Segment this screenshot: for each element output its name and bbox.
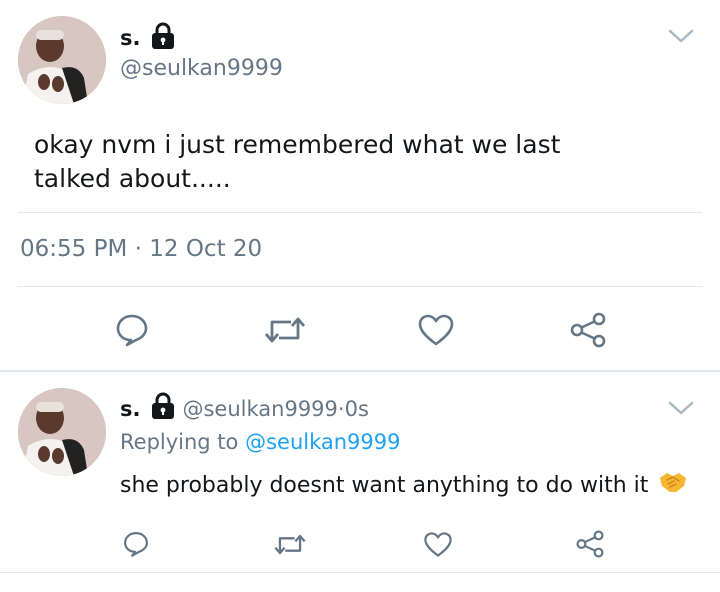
tweet-date: 12 Oct 20 (149, 236, 263, 262)
reply-text-row: she probably doesnt want anything to do … (120, 470, 688, 500)
divider (18, 212, 702, 213)
reply-icon (124, 532, 148, 557)
retweet-icon (274, 534, 306, 554)
tweet-time: 06:55 PM (20, 236, 128, 262)
retweet-button[interactable] (270, 528, 310, 560)
lock-icon (150, 392, 176, 425)
display-name[interactable]: s. (120, 397, 140, 421)
reply-author-row: s. @seulkan9999 · 0s (120, 392, 369, 425)
separator: · (127, 236, 150, 262)
author-name-row: s. (120, 22, 176, 54)
tweet-age: 0s (344, 396, 369, 421)
share-icon (570, 312, 606, 348)
like-button[interactable] (420, 528, 456, 560)
tweet-text: she probably doesnt want anything to do … (120, 472, 649, 498)
retweet-button[interactable] (260, 310, 310, 350)
lock-icon (150, 22, 176, 54)
mention-link[interactable]: @seulkan9999 (245, 430, 400, 454)
like-icon (418, 314, 454, 346)
handle[interactable]: @seulkan9999 (182, 397, 337, 421)
chevron-down-icon[interactable] (668, 400, 694, 420)
handshake-emoji-icon (658, 470, 688, 500)
divider (18, 286, 702, 287)
divider (0, 370, 720, 372)
chevron-down-icon[interactable] (668, 28, 694, 48)
display-name[interactable]: s. (120, 26, 140, 50)
divider (0, 572, 720, 573)
reply-button[interactable] (118, 528, 154, 560)
avatar[interactable] (18, 388, 106, 476)
reply-button[interactable] (110, 310, 154, 350)
replying-prefix: Replying to (120, 430, 246, 454)
share-button[interactable] (566, 310, 610, 350)
like-icon (424, 531, 452, 557)
like-button[interactable] (414, 310, 458, 350)
avatar[interactable] (18, 16, 106, 104)
tweet-text: okay nvm i just remembered what we last … (34, 130, 561, 193)
share-icon (576, 530, 604, 558)
reply-icon (116, 314, 148, 347)
retweet-icon (264, 317, 306, 343)
timestamp[interactable]: 06:55 PM · 12 Oct 20 (20, 236, 262, 262)
share-button[interactable] (572, 528, 608, 560)
handle[interactable]: @seulkan9999 (120, 56, 283, 81)
replying-to: Replying to @seulkan9999 (120, 430, 401, 454)
separator: · (337, 396, 345, 421)
